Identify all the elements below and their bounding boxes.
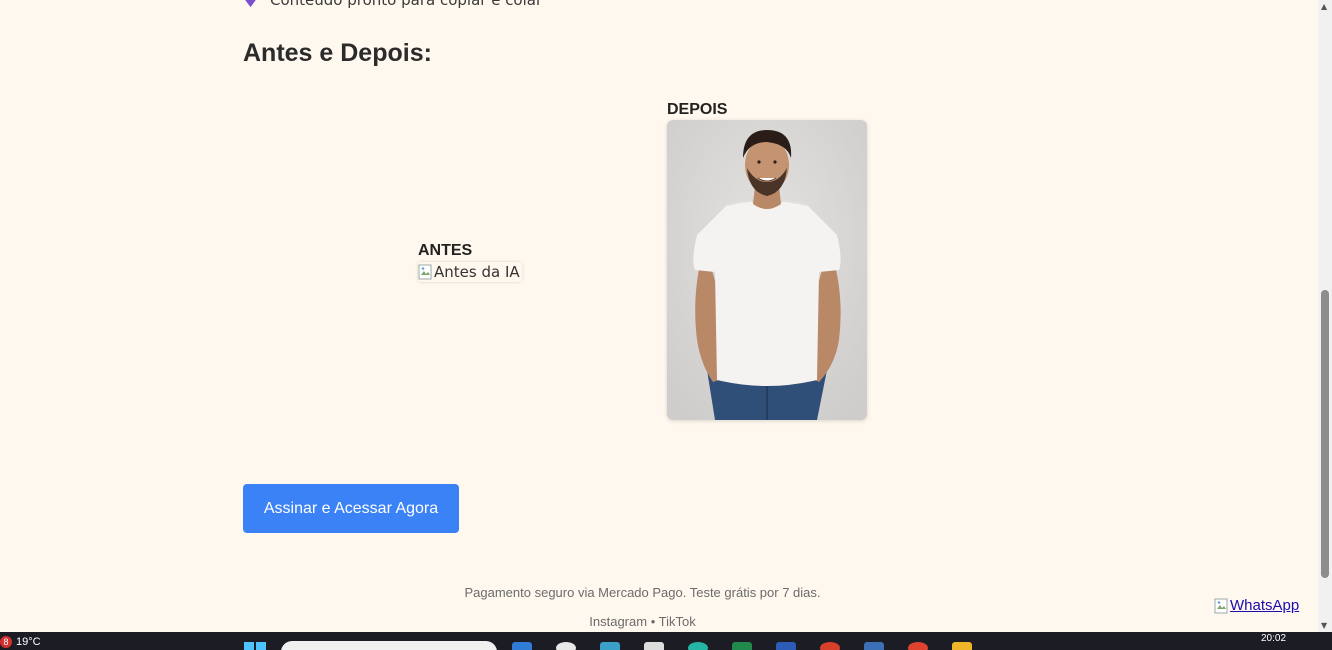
excel-icon[interactable]	[732, 642, 752, 650]
calendar-icon[interactable]	[644, 642, 664, 650]
scroll-down-icon[interactable]: ▼	[1321, 621, 1327, 630]
instagram-link[interactable]: Instagram	[589, 614, 647, 629]
before-label: ANTES	[418, 242, 473, 259]
feature-bullet-text: Conteúdo pronto para copiar e colar	[270, 0, 543, 9]
vertical-scrollbar[interactable]: ▲ ▼	[1318, 0, 1332, 632]
chrome-icon[interactable]	[908, 642, 928, 650]
after-label: DEPOIS	[667, 101, 728, 118]
temperature: 19°C	[16, 636, 41, 648]
before-image-alt: Antes da IA	[434, 263, 520, 281]
section-title: Antes e Depois:	[243, 39, 432, 67]
edge-icon[interactable]	[512, 642, 532, 650]
social-links: Instagram • TikTok	[0, 614, 1285, 629]
feature-bullet: Conteúdo pronto para copiar e colar	[243, 0, 542, 9]
app-icon[interactable]	[556, 642, 576, 650]
store-icon[interactable]	[600, 642, 620, 650]
scroll-thumb[interactable]	[1321, 290, 1329, 578]
before-image: Antes da IA	[418, 262, 522, 282]
man-photo	[667, 120, 867, 420]
clock[interactable]: 20:02	[1261, 633, 1286, 644]
whatsapp-button[interactable]: WhatsApp	[1214, 597, 1299, 614]
subscribe-button[interactable]: Assinar e Acessar Agora	[243, 484, 459, 533]
app-icon[interactable]	[820, 642, 840, 650]
broken-image-icon	[418, 264, 432, 280]
scroll-up-icon[interactable]: ▲	[1321, 2, 1327, 11]
diamond-bullet-icon	[245, 0, 256, 7]
taskbar: 8 19°C 20:02	[0, 632, 1332, 650]
app-icon[interactable]	[688, 642, 708, 650]
payment-note: Pagamento seguro via Mercado Pago. Teste…	[464, 585, 821, 600]
app-icon[interactable]	[864, 642, 884, 650]
taskbar-search[interactable]	[281, 641, 497, 650]
link-separator: •	[650, 614, 656, 629]
tiktok-link[interactable]: TikTok	[659, 614, 696, 629]
folder-icon[interactable]	[952, 642, 972, 650]
whatsapp-alt: WhatsApp	[1230, 597, 1300, 614]
after-image	[667, 120, 867, 420]
broken-image-icon	[1214, 598, 1228, 613]
weather-widget[interactable]: 8 19°C	[0, 636, 41, 648]
windows-start-icon[interactable]	[244, 642, 266, 650]
word-icon[interactable]	[776, 642, 796, 650]
notification-badge: 8	[0, 636, 12, 648]
